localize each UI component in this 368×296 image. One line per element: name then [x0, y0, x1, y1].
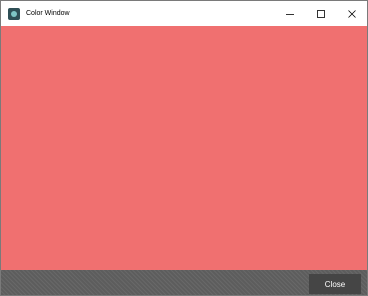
color-window: Color Window Close: [0, 0, 368, 296]
maximize-icon: [316, 9, 325, 18]
minimize-icon: [285, 13, 294, 15]
close-button[interactable]: Close: [309, 274, 361, 294]
window-controls: [274, 1, 367, 26]
app-icon: [8, 7, 20, 20]
app-icon-center: [11, 10, 17, 17]
color-display-area: [1, 26, 367, 270]
footer-bar: Close: [1, 270, 367, 295]
window-title: Color Window: [26, 10, 70, 17]
maximize-button[interactable]: [305, 1, 336, 26]
window-close-button[interactable]: [336, 1, 367, 26]
close-icon: [347, 9, 356, 18]
title-bar[interactable]: Color Window: [1, 1, 367, 26]
minimize-button[interactable]: [274, 1, 305, 26]
